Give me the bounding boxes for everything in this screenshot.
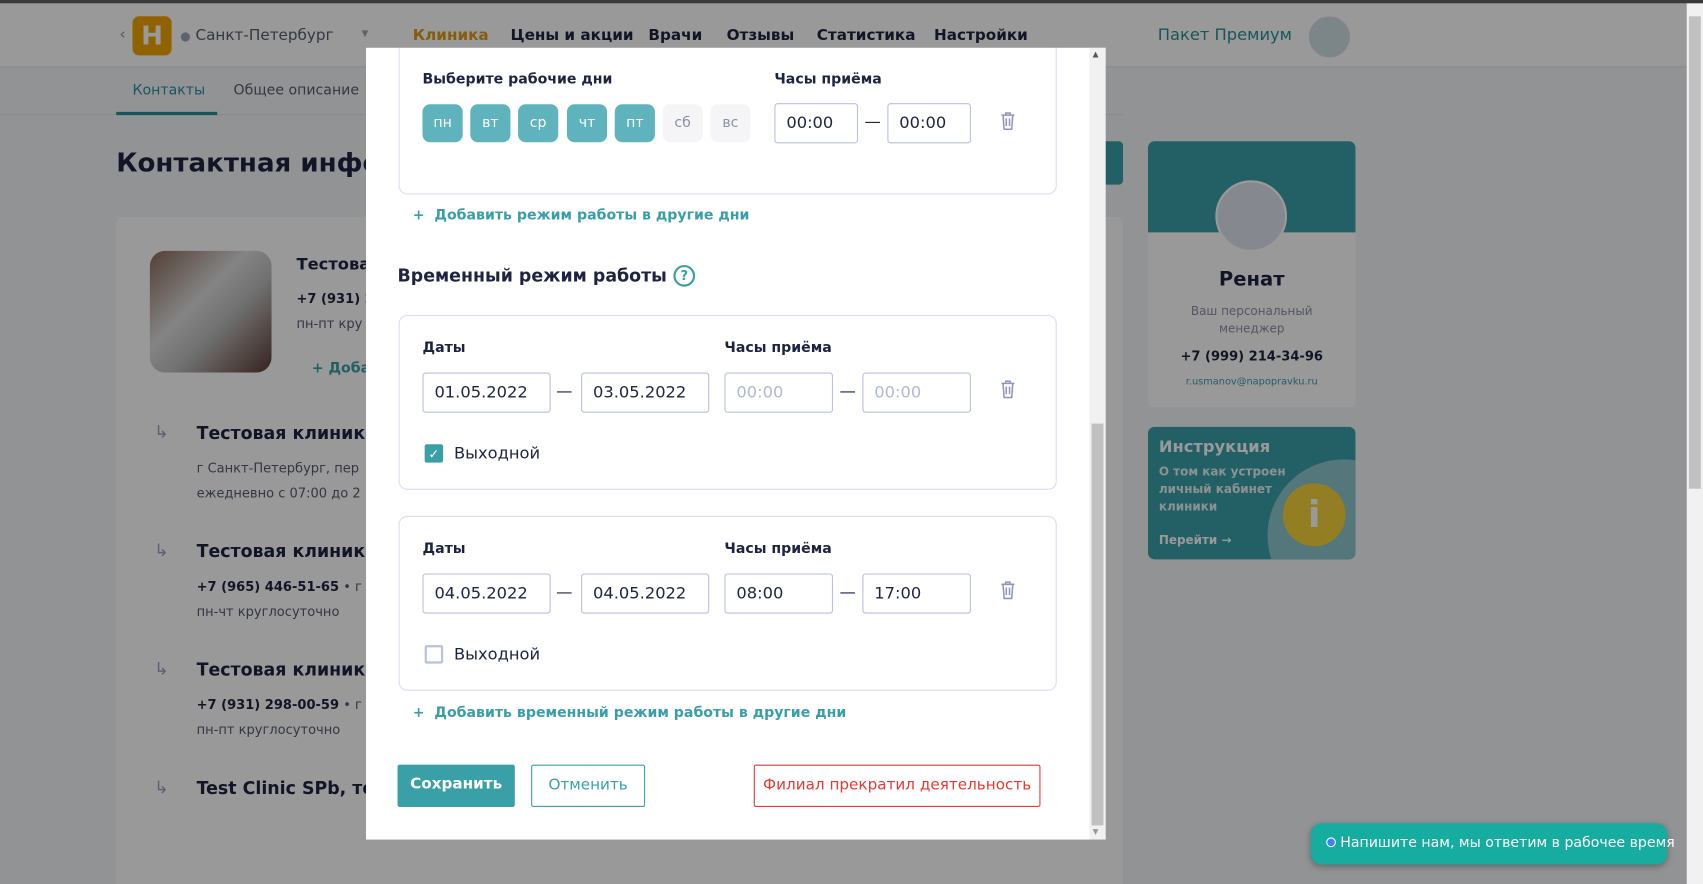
date-from-input[interactable]: 04.05.2022 [422, 573, 551, 614]
day-tue[interactable]: вт [470, 104, 511, 143]
chat-widget-button[interactable]: Напишите нам, мы ответим в рабочее время [1310, 823, 1675, 865]
day-fri[interactable]: пт [614, 104, 655, 143]
time-from-input[interactable]: 00:00 [774, 103, 859, 144]
range-dash: — [556, 582, 573, 602]
trash-icon[interactable] [1000, 112, 1015, 131]
time-to-input[interactable]: 00:00 [887, 103, 971, 144]
scroll-down-arrow-icon[interactable]: ▼ [1093, 828, 1099, 837]
trash-icon[interactable] [1000, 581, 1015, 600]
day-off-label: Выходной [453, 443, 541, 463]
save-button[interactable]: Сохранить [397, 764, 515, 807]
date-to-input[interactable]: 04.05.2022 [581, 573, 710, 614]
range-dash: — [556, 381, 573, 401]
range-dash: — [839, 582, 856, 602]
hours-label: Часы приёма [724, 339, 832, 357]
day-off-label: Выходной [453, 644, 541, 664]
time-from-input[interactable]: 00:00 [724, 372, 834, 413]
add-regular-schedule-link[interactable]: + Добавить режим работы в другие дни [413, 207, 750, 223]
add-temp-schedule-link[interactable]: + Добавить временный режим работы в друг… [413, 705, 847, 721]
time-to-input[interactable]: 00:00 [862, 372, 971, 413]
hours-label: Часы приёма [724, 540, 832, 558]
trash-icon[interactable] [1000, 380, 1015, 399]
workdays-label: Выберите рабочие дни [422, 71, 613, 88]
page-scrollbar-thumb[interactable] [1688, 16, 1701, 489]
day-sun[interactable]: вс [710, 104, 751, 143]
date-from-input[interactable]: 01.05.2022 [422, 372, 551, 413]
day-wed[interactable]: ср [518, 104, 559, 143]
window-top-border [0, 0, 1703, 4]
chat-label: Напишите нам, мы ответим в рабочее время [1340, 835, 1675, 852]
day-thu[interactable]: чт [566, 104, 608, 143]
add-temp-label: Добавить временный режим работы в другие… [434, 704, 847, 722]
time-from-input[interactable]: 08:00 [724, 573, 834, 614]
add-regular-label: Добавить режим работы в другие дни [434, 207, 750, 224]
scroll-up-arrow-icon[interactable]: ▲ [1093, 50, 1099, 59]
hours-label: Часы приёма [774, 71, 882, 88]
time-to-input[interactable]: 17:00 [862, 573, 971, 614]
work-schedule-modal: Выберите рабочие дни Часы приёма пн вт с… [366, 47, 1106, 840]
dates-label: Даты [422, 339, 466, 357]
range-dash: — [864, 111, 881, 132]
temp-schedule-title: Временный режим работы [397, 265, 667, 286]
dates-label: Даты [422, 540, 466, 558]
date-to-input[interactable]: 03.05.2022 [581, 372, 710, 413]
cancel-button[interactable]: Отменить [531, 764, 646, 807]
help-icon[interactable]: ? [673, 265, 696, 287]
branch-closed-button[interactable]: Филиал прекратил деятельность [753, 764, 1041, 807]
online-status-icon [1326, 837, 1336, 848]
day-off-checkbox-checked[interactable]: ✓ [424, 444, 444, 463]
range-dash: — [839, 381, 856, 401]
day-off-checkbox[interactable] [424, 645, 444, 664]
day-sat[interactable]: сб [662, 104, 703, 143]
day-mon[interactable]: пн [422, 104, 463, 143]
modal-scrollbar-thumb[interactable] [1091, 423, 1104, 826]
